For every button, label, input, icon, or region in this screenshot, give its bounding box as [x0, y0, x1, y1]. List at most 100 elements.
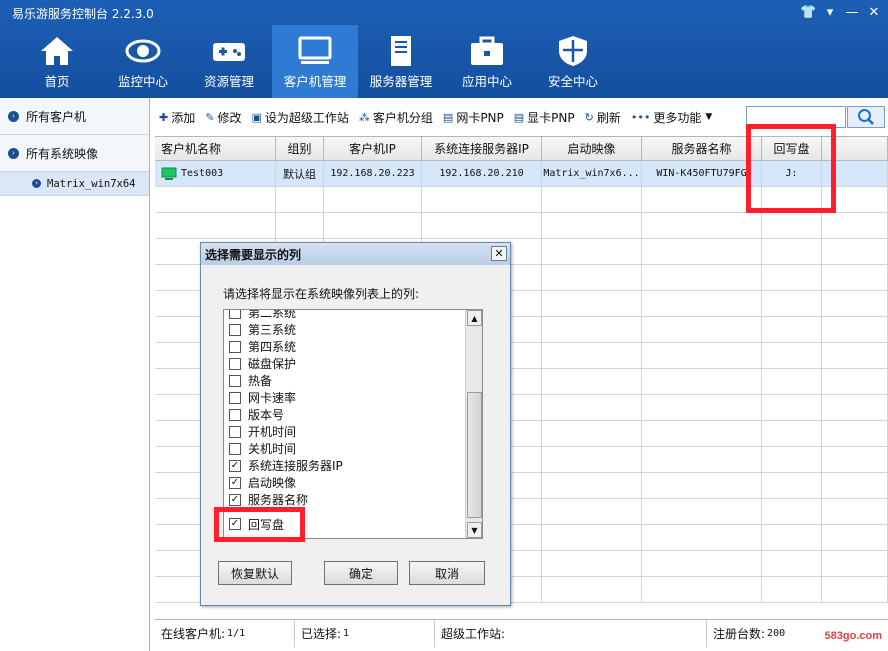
nav-resource[interactable]: 资源管理 [186, 25, 272, 98]
client-group-button[interactable]: ⁂ 客户机分组 [355, 106, 437, 128]
nav-server[interactable]: 服务器管理 [358, 25, 444, 98]
scroll-up-icon[interactable]: ▲ [467, 310, 482, 326]
column-option[interactable]: 开机时间 [224, 423, 466, 440]
table-cell [542, 265, 642, 291]
column-header[interactable]: 客户机IP [324, 137, 422, 161]
nav-label: 资源管理 [203, 74, 254, 89]
table-cell [822, 525, 888, 551]
column-option[interactable]: 关机时间 [224, 440, 466, 457]
column-option[interactable]: ✓ 系统连接服务器IP [224, 457, 466, 474]
scroll-down-icon[interactable]: ▼ [467, 522, 482, 538]
dialog-close-button[interactable]: ✕ [491, 246, 507, 261]
column-header[interactable]: 系统连接服务器IP [422, 137, 542, 161]
checkbox-unchecked[interactable] [229, 374, 241, 387]
nav-home[interactable]: 首页 [14, 25, 100, 98]
column-header[interactable]: 组别 [276, 137, 324, 161]
column-header[interactable]: 回写盘 [762, 137, 822, 161]
home-icon [41, 37, 73, 65]
minimize-button[interactable]: — [844, 5, 860, 21]
table-cell [642, 213, 762, 239]
cancel-button[interactable]: 取消 [409, 561, 485, 585]
column-option[interactable]: 热备 [224, 372, 466, 389]
checkbox-unchecked[interactable] [229, 340, 241, 353]
checkbox-checked[interactable]: ✓ [229, 518, 241, 530]
close-button[interactable]: ✕ [866, 5, 882, 21]
checkbox-unchecked[interactable] [229, 408, 241, 421]
more-functions-button[interactable]: ••• 更多功能 ▼ [627, 106, 716, 128]
nic-pnp-button[interactable]: ▤ 网卡PNP [439, 106, 508, 128]
checkbox-unchecked[interactable] [229, 425, 241, 438]
table-cell [324, 187, 422, 213]
checkbox-unchecked[interactable] [229, 357, 241, 370]
table-cell [542, 577, 642, 603]
column-option-label: 系统连接服务器IP [248, 459, 343, 473]
table-cell: Test003 [155, 161, 276, 187]
sidebar-item-image[interactable]: › Matrix_win7x64 [0, 172, 149, 196]
gpu-pnp-button[interactable]: ▤ 显卡PNP [510, 106, 579, 128]
table-row[interactable]: Test003 默认组 192.168.20.223 192.168.20.21… [155, 161, 888, 187]
table-cell [542, 317, 642, 343]
refresh-button[interactable]: ↻ 刷新 [581, 106, 625, 128]
status-bar: 在线客户机: 1/1 已选择: 1 超级工作站: 注册台数: 200 [155, 619, 888, 647]
checkbox-checked[interactable]: ✓ [229, 493, 241, 506]
column-header[interactable]: 客户机名称 [155, 137, 276, 161]
plus-icon: ✚ [159, 110, 169, 124]
add-button[interactable]: ✚ 添加 [155, 106, 199, 128]
checkbox-unchecked[interactable] [229, 442, 241, 455]
checkbox-unchecked[interactable] [229, 310, 241, 319]
column-option[interactable]: 第四系统 [224, 338, 466, 355]
menu-dropdown-icon[interactable]: ▾ [822, 5, 838, 21]
column-option[interactable]: 第三系统 [224, 321, 466, 338]
sidebar-item-all-clients[interactable]: › 所有客户机 [0, 98, 149, 135]
table-cell [762, 187, 822, 213]
column-option[interactable]: 第二系统 [224, 310, 466, 321]
gpu-pnp-label: 显卡PNP [527, 110, 575, 125]
sidebar-item-all-images[interactable]: › 所有系统映像 [0, 135, 149, 172]
table-cell [155, 187, 276, 213]
skin-icon[interactable]: 👕 [800, 5, 816, 21]
table-cell [822, 369, 888, 395]
ok-button[interactable]: 确定 [324, 561, 398, 585]
nav-security[interactable]: 安全中心 [530, 25, 616, 98]
table-cell [822, 343, 888, 369]
column-option[interactable]: 版本号 [224, 406, 466, 423]
nav-label: 客户机管理 [283, 74, 347, 89]
column-option[interactable]: ✓ 启动映像 [224, 474, 466, 491]
checkbox-checked[interactable]: ✓ [229, 476, 241, 489]
nav-app[interactable]: 应用中心 [444, 25, 530, 98]
column-option[interactable]: ✓ 回写盘 [224, 514, 466, 534]
toolbar: ✚ 添加 ✎ 修改 ▣ 设为超级工作站 ⁂ 客户机分组 ▤ 网卡PNP ▤ 显卡PNP ↻ 刷… [155, 104, 745, 130]
column-option-label: 开机时间 [248, 425, 297, 439]
table-cell [822, 499, 888, 525]
search-input[interactable] [746, 106, 846, 128]
table-cell [642, 395, 762, 421]
column-option-label: 启动映像 [248, 476, 297, 490]
table-cell [762, 499, 822, 525]
scrollbar-thumb[interactable] [467, 392, 482, 518]
dialog-prompt: 请选择将显示在系统映像列表上的列: [223, 287, 420, 301]
search-icon [858, 109, 874, 125]
checkbox-checked[interactable]: ✓ [229, 459, 241, 472]
table-cell [762, 265, 822, 291]
scrollbar[interactable]: ▲ ▼ [465, 310, 482, 538]
table-cell [822, 317, 888, 343]
restore-default-button[interactable]: 恢复默认 [218, 561, 292, 585]
monitor-icon [298, 36, 332, 64]
nav-monitor[interactable]: 监控中心 [100, 25, 186, 98]
search-button[interactable] [847, 106, 885, 128]
nic-pnp-label: 网卡PNP [456, 110, 504, 125]
table-cell: WIN-K450FTU79FG [642, 161, 762, 187]
column-header[interactable]: 启动映像 [542, 137, 642, 161]
checkbox-unchecked[interactable] [229, 391, 241, 404]
edit-button[interactable]: ✎ 修改 [201, 106, 245, 128]
set-super-workstation-button[interactable]: ▣ 设为超级工作站 [247, 106, 352, 128]
table-cell [762, 369, 822, 395]
checkbox-unchecked[interactable] [229, 323, 241, 336]
column-header[interactable]: 服务器名称 [642, 137, 762, 161]
column-option[interactable]: 网卡速率 [224, 389, 466, 406]
nav-client[interactable]: 客户机管理 [272, 25, 358, 98]
chevron-right-icon: › [8, 147, 19, 159]
status-super: 超级工作站: [435, 620, 707, 647]
column-option[interactable]: ✓ 服务器名称 [224, 491, 466, 508]
column-option[interactable]: 磁盘保护 [224, 355, 466, 372]
